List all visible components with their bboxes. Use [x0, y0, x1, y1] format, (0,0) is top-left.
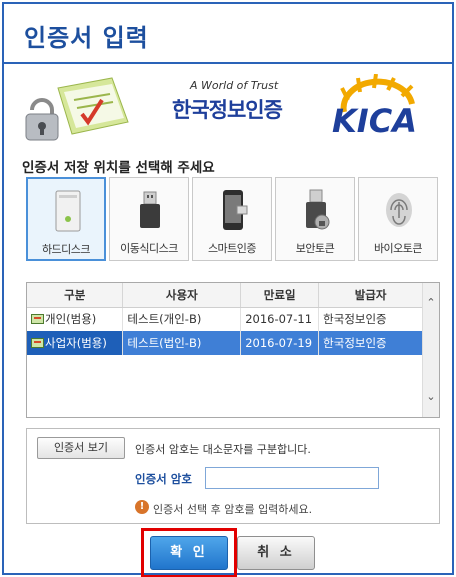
svg-text:KICA: KICA	[332, 102, 417, 140]
storage-removable-disk-label: 이동식디스크	[120, 242, 178, 255]
storage-hard-disk[interactable]: 하드디스크	[26, 177, 106, 261]
storage-prompt: 인증서 저장 위치를 선택해 주세요	[22, 160, 215, 176]
storage-security-token[interactable]: 보안토큰	[275, 177, 355, 261]
certificate-lock-illustration	[25, 77, 129, 141]
certificate-icon	[31, 314, 44, 325]
storage-smart-cert[interactable]: 스마트인증	[192, 177, 272, 261]
table-scrollbar[interactable]: ⌃ ⌄	[422, 283, 439, 417]
cell-user: 테스트(개인-B)	[122, 307, 242, 331]
fingerprint-icon	[386, 193, 412, 227]
storage-location-selector: 하드디스크 이동식디스크 스마트인증 보안토큰 바이오토큰	[26, 177, 442, 263]
storage-smart-cert-label: 스마트인증	[207, 242, 257, 255]
certificate-table: 구분 사용자 만료일 발급자 개인(범용) 테스트(개인-B) 2016-07-…	[27, 283, 423, 355]
certificate-row-selected[interactable]: 사업자(범용) 테스트(법인-B) 2016-07-19 한국정보인증	[27, 331, 423, 355]
title-bar: 인증서 입력	[4, 4, 452, 64]
cell-expiry: 2016-07-11	[240, 307, 320, 331]
cell-issuer: 한국정보인증	[318, 307, 423, 331]
certificate-list: 구분 사용자 만료일 발급자 개인(범용) 테스트(개인-B) 2016-07-…	[26, 282, 440, 418]
scroll-down-icon[interactable]: ⌄	[423, 389, 439, 405]
column-header-type[interactable]: 구분	[27, 283, 124, 308]
cell-issuer: 한국정보인증	[318, 331, 423, 355]
kica-logo: KICA	[332, 74, 417, 140]
storage-bio-token[interactable]: 바이오토큰	[358, 177, 438, 261]
cell-expiry: 2016-07-19	[240, 331, 320, 355]
case-sensitivity-note: 인증서 암호는 대소문자를 구분합니다.	[135, 443, 311, 456]
cancel-button[interactable]: 취 소	[237, 536, 315, 570]
view-certificate-button[interactable]: 인증서 보기	[37, 437, 125, 459]
cell-type: 개인(범용)	[27, 307, 124, 331]
column-header-expiry[interactable]: 만료일	[240, 283, 320, 308]
usb-drive-icon	[140, 191, 160, 228]
storage-security-token-label: 보안토큰	[295, 242, 335, 255]
password-hint: 인증서 선택 후 암호를 입력하세요.	[153, 503, 313, 516]
scroll-up-icon[interactable]: ⌃	[423, 295, 439, 311]
storage-removable-disk[interactable]: 이동식디스크	[109, 177, 189, 261]
banner: A World of Trust 한국정보인증 KICA	[4, 66, 452, 148]
banner-tagline: A World of Trust	[190, 79, 279, 92]
confirm-button[interactable]: 확 인	[150, 536, 228, 570]
cell-type: 사업자(범용)	[27, 331, 124, 355]
password-input[interactable]	[205, 467, 379, 489]
security-token-icon	[306, 189, 330, 230]
column-header-issuer[interactable]: 발급자	[318, 283, 423, 308]
warning-icon: !	[135, 500, 149, 514]
storage-hard-disk-label: 하드디스크	[41, 243, 91, 256]
brand-name: 한국정보인증	[172, 98, 283, 122]
hard-disk-icon	[55, 190, 81, 232]
dialog-title: 인증서 입력	[24, 24, 149, 52]
storage-bio-token-label: 바이오토큰	[373, 242, 423, 255]
password-label: 인증서 암호	[135, 472, 192, 486]
certificate-dialog: 인증서 입력 A World of Trust 한국정보인증 KICA 인증서 …	[2, 2, 454, 577]
password-panel: 인증서 보기 인증서 암호는 대소문자를 구분합니다. 인증서 암호 ! 인증서…	[26, 428, 440, 524]
certificate-row[interactable]: 개인(범용) 테스트(개인-B) 2016-07-11 한국정보인증	[27, 307, 423, 331]
certificate-icon	[31, 338, 44, 348]
smartphone-icon	[223, 190, 248, 230]
column-header-user[interactable]: 사용자	[122, 283, 242, 308]
cell-user: 테스트(법인-B)	[122, 331, 242, 355]
